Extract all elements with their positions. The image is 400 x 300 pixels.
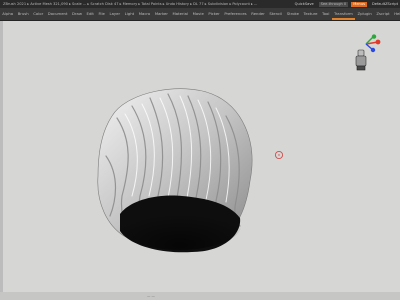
menu-item-render[interactable]: Render <box>249 8 267 20</box>
navigation-gizmo[interactable] <box>346 34 386 76</box>
menus-toggle-button[interactable]: Menus <box>351 1 367 7</box>
x-axis-handle[interactable] <box>375 39 381 45</box>
menu-item-brush[interactable]: Brush <box>15 8 31 20</box>
menu-item-file[interactable]: File <box>96 8 107 20</box>
menu-item-layer[interactable]: Layer <box>107 8 122 20</box>
hair-mesh[interactable] <box>92 86 256 254</box>
main-menu-bar: Alpha Brush Color Document Draw Edit File Layer… <box>0 8 400 21</box>
menu-item-texture[interactable]: Texture <box>301 8 320 20</box>
menu-item-alpha[interactable]: Alpha <box>0 8 15 20</box>
menu-item-document[interactable]: Document <box>45 8 69 20</box>
default-zscript-button[interactable]: DefaultZScript <box>370 0 400 8</box>
menu-item-edit[interactable]: Edit <box>84 8 96 20</box>
menu-item-macro[interactable]: Macro <box>136 8 152 20</box>
menu-item-marker[interactable]: Marker <box>153 8 171 20</box>
menu-item-preferences[interactable]: Preferences <box>222 8 249 20</box>
menu-item-tool[interactable]: Tool <box>320 8 332 20</box>
menu-item-help[interactable]: Help <box>392 8 400 20</box>
menu-item-picker[interactable]: Picker <box>206 8 222 20</box>
y-axis-handle[interactable] <box>371 34 377 39</box>
menu-item-transform[interactable]: Transform <box>331 8 356 20</box>
menu-item-light[interactable]: Light <box>122 8 136 20</box>
status-text: ZBrush 2021 ▸ Active Mesh 321,090 ▸ Scal… <box>3 2 258 6</box>
quicksave-button[interactable]: QuickSave <box>293 0 316 8</box>
title-bar: ZBrush 2021 ▸ Active Mesh 321,090 ▸ Scal… <box>0 0 400 8</box>
menu-item-zplugin[interactable]: Zplugin <box>355 8 374 20</box>
gizmo-figure-icon <box>355 49 367 71</box>
menu-item-material[interactable]: Material <box>170 8 190 20</box>
menu-item-stencil[interactable]: Stencil <box>267 8 284 20</box>
title-bar-controls: QuickSave See-through 0 Menus DefaultZSc… <box>290 0 400 8</box>
see-through-slider[interactable]: See-through 0 <box>318 1 349 7</box>
menu-item-color[interactable]: Color <box>31 8 46 20</box>
menu-item-draw[interactable]: Draw <box>70 8 85 20</box>
menu-item-movie[interactable]: Movie <box>190 8 206 20</box>
z-axis-handle[interactable] <box>370 47 376 53</box>
bottom-tray-label: — — <box>147 294 155 298</box>
menu-item-zscript[interactable]: Zscript <box>374 8 392 20</box>
bottom-tray: — — <box>0 292 400 300</box>
menu-item-stroke[interactable]: Stroke <box>285 8 302 20</box>
brush-cursor-icon <box>274 150 284 160</box>
